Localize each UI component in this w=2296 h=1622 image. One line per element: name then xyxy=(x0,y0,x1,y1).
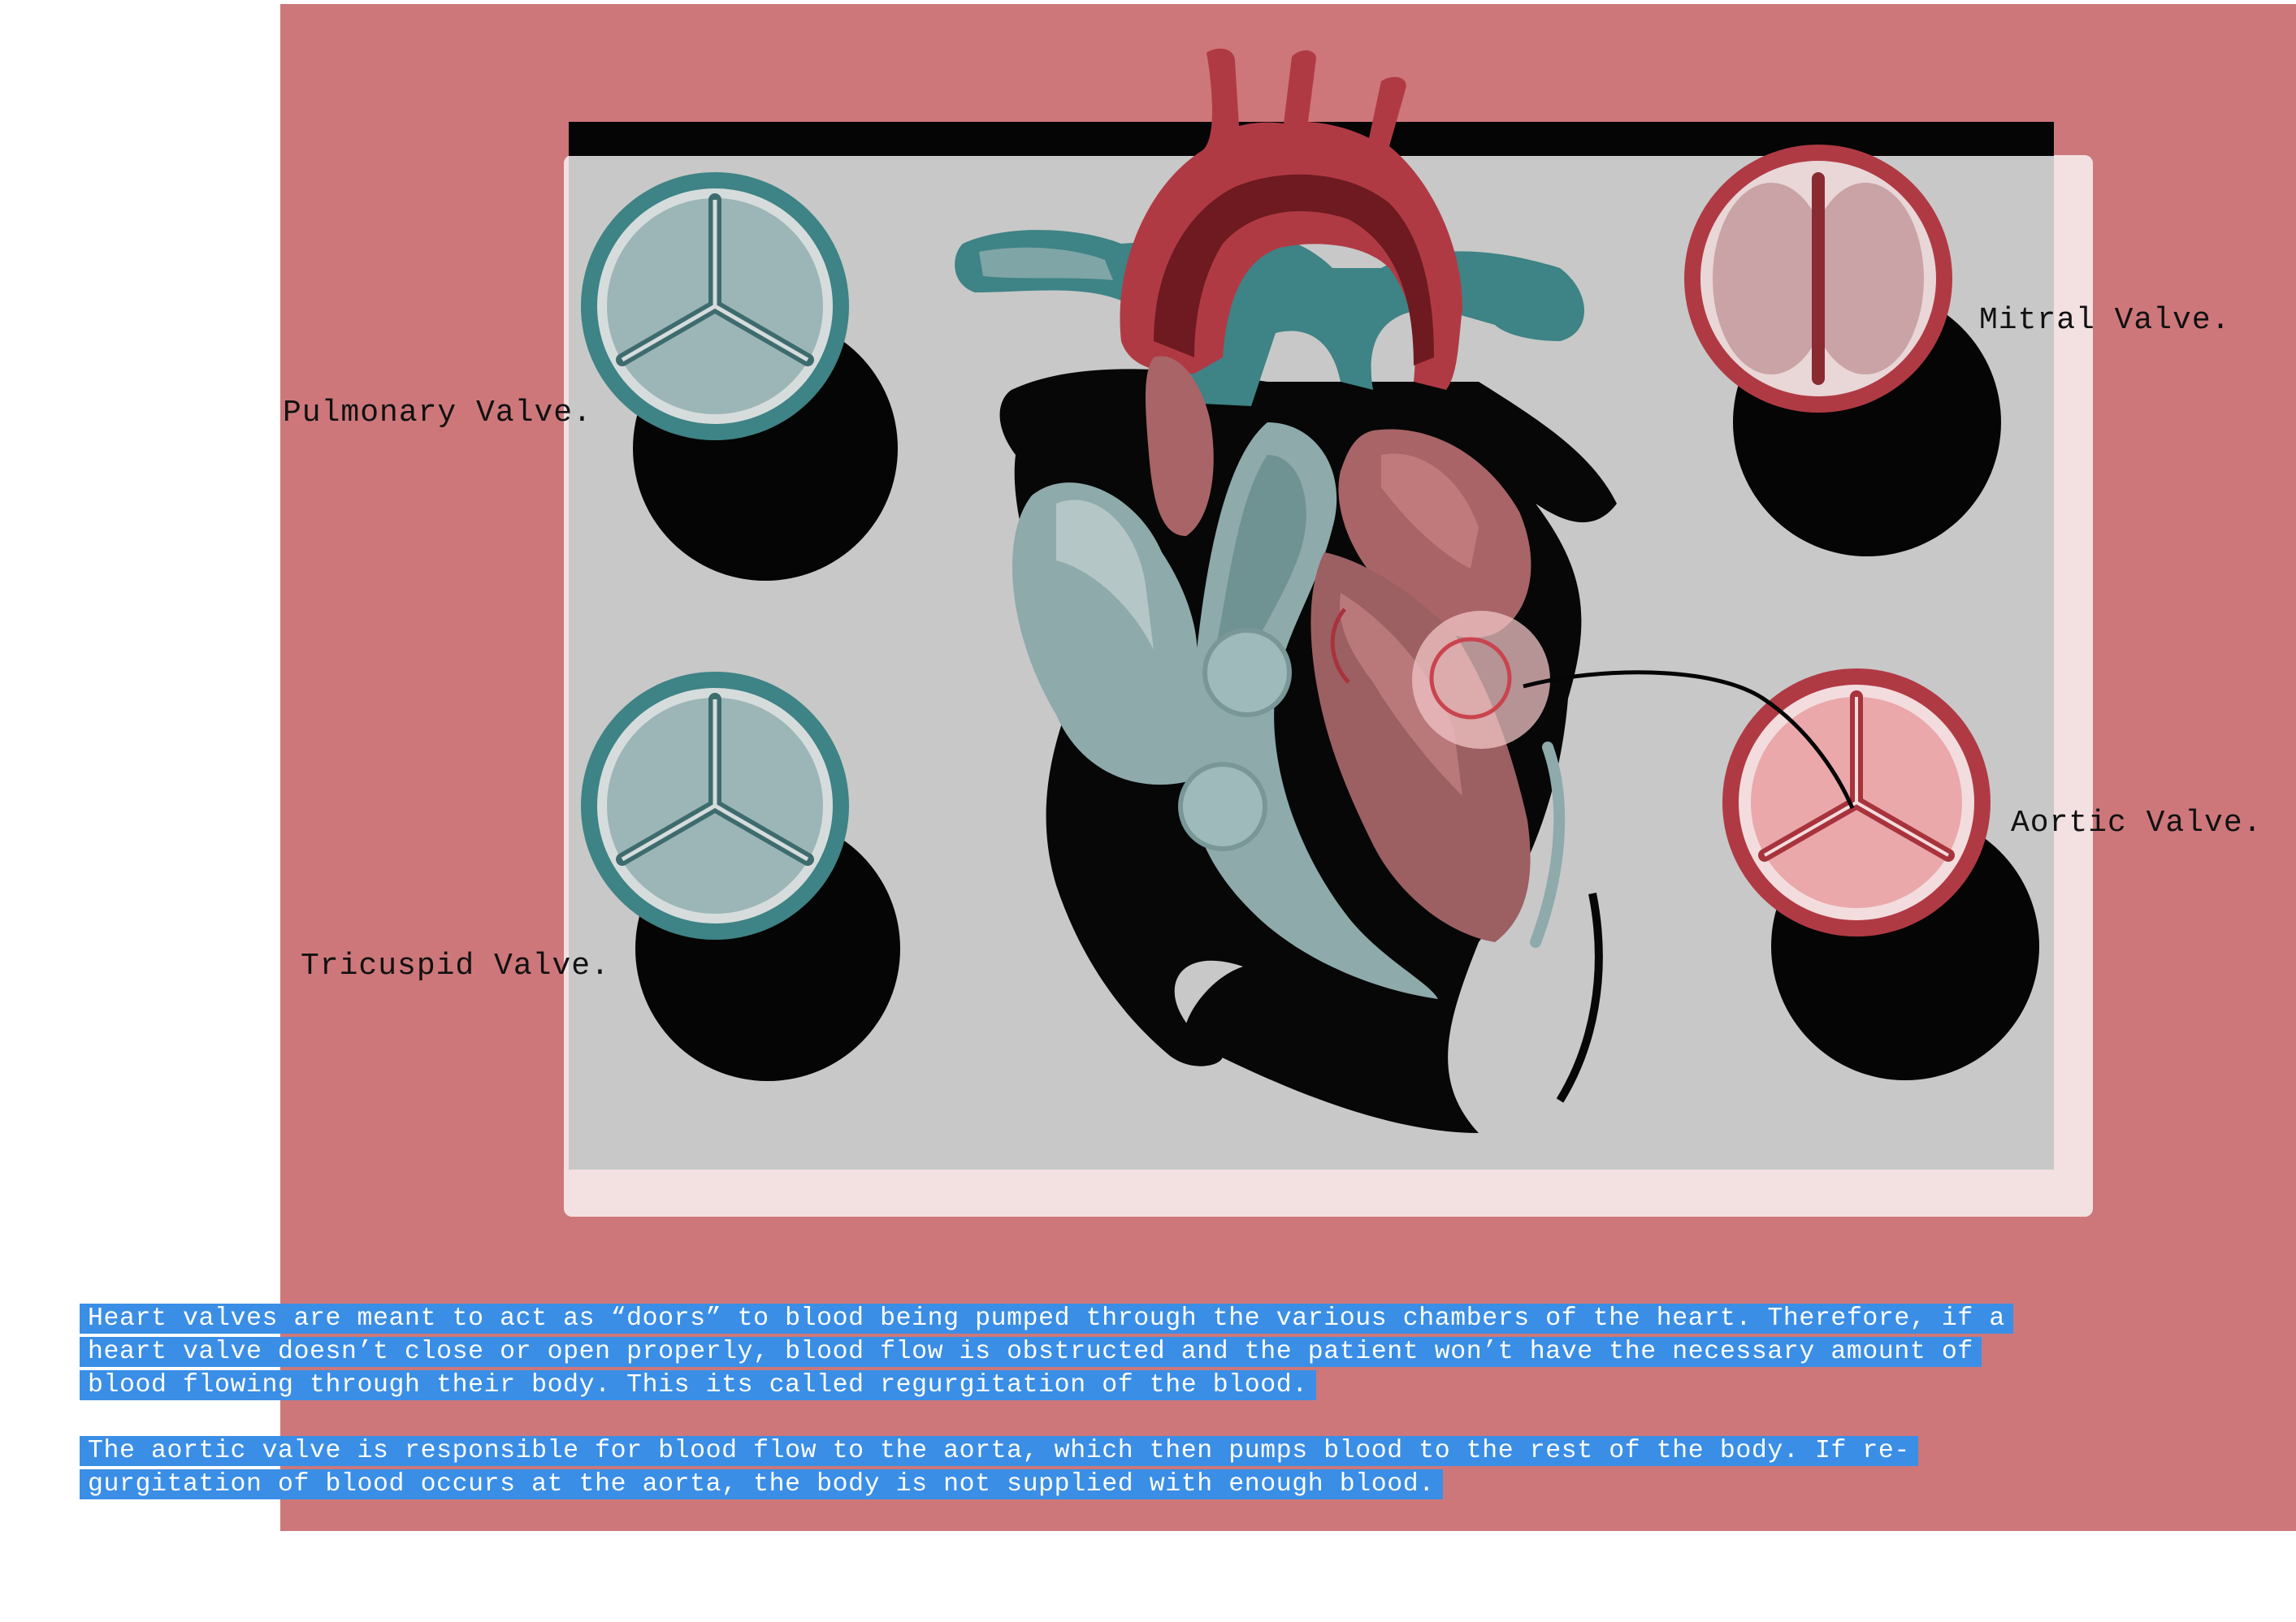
tricuspid-valve-label: Tricuspid Valve. xyxy=(301,949,610,984)
regurgitation-explanation-paragraph: Heart valves are meant to act as “doors”… xyxy=(80,1302,2046,1402)
aortic-valve-label: Aortic Valve. xyxy=(2011,806,2263,841)
mitral-valve-label: Mitral Valve. xyxy=(1979,303,2231,338)
highlighted-text: The aortic valve is responsible for bloo… xyxy=(80,1436,1918,1499)
aortic-valve-explanation-paragraph: The aortic valve is responsible for bloo… xyxy=(80,1434,2030,1501)
highlighted-text: Heart valves are meant to act as “doors”… xyxy=(80,1304,2013,1400)
pulmonary-valve-label: Pulmonary Valve. xyxy=(283,396,592,430)
